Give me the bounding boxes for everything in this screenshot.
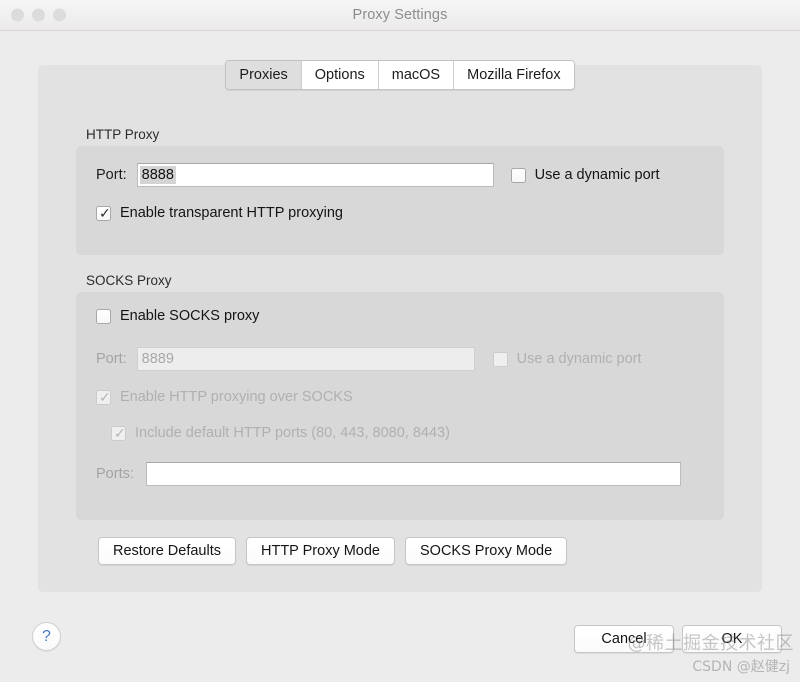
- tab-mozilla-firefox[interactable]: Mozilla Firefox: [454, 61, 574, 89]
- socks-enable-row: Enable SOCKS proxy: [96, 308, 259, 324]
- socks-ports-row: Ports:: [96, 462, 681, 486]
- checkbox-box-icon: [96, 308, 111, 324]
- socks-proxy-mode-button[interactable]: SOCKS Proxy Mode: [405, 537, 568, 565]
- minimize-window-button[interactable]: [32, 8, 45, 22]
- socks-http-proxying-checkbox[interactable]: ✓ Enable HTTP proxying over SOCKS: [96, 389, 353, 406]
- tab-macos[interactable]: macOS: [378, 61, 455, 89]
- tab-options[interactable]: Options: [301, 61, 379, 89]
- checkmark-icon: ✓: [114, 425, 126, 442]
- tab-proxies[interactable]: Proxies: [226, 61, 302, 89]
- proxy-mode-buttons: Restore Defaults HTTP Proxy Mode SOCKS P…: [98, 537, 568, 565]
- close-window-button[interactable]: [11, 8, 24, 22]
- checkmark-icon: ✓: [99, 389, 111, 406]
- http-port-input[interactable]: 8888: [136, 163, 494, 187]
- socks-port-value: 8889: [141, 351, 174, 367]
- maximize-window-button[interactable]: [53, 8, 66, 22]
- http-transparent-row: ✓ Enable transparent HTTP proxying: [96, 205, 343, 222]
- http-port-label: Port:: [96, 167, 127, 183]
- checkbox-checked-icon: ✓: [111, 425, 126, 442]
- checkbox-box-icon: [492, 351, 508, 367]
- http-transparent-proxying-checkbox[interactable]: ✓ Enable transparent HTTP proxying: [96, 205, 343, 222]
- socks-default-ports-row: ✓ Include default HTTP ports (80, 443, 8…: [111, 425, 450, 442]
- checkbox-checked-icon: ✓: [96, 205, 111, 222]
- socks-default-ports-checkbox[interactable]: ✓ Include default HTTP ports (80, 443, 8…: [111, 425, 450, 442]
- question-mark-icon: ?: [42, 627, 51, 645]
- settings-panel: HTTP Proxy Port: 8888 Use a dynamic port…: [38, 65, 762, 592]
- http-port-value: 8888: [139, 166, 176, 184]
- socks-http-over-socks-row: ✓ Enable HTTP proxying over SOCKS: [96, 389, 353, 406]
- socks-dynamic-port-label: Use a dynamic port: [516, 351, 642, 367]
- socks-port-input[interactable]: 8889: [136, 347, 475, 371]
- socks-ports-label: Ports:: [96, 466, 134, 482]
- socks-proxy-group-label: SOCKS Proxy: [86, 273, 172, 288]
- socks-enable-label: Enable SOCKS proxy: [120, 308, 260, 324]
- http-dynamic-port-checkbox[interactable]: Use a dynamic port: [510, 167, 660, 183]
- http-proxy-group-label: HTTP Proxy: [86, 127, 160, 142]
- tab-bar: Proxies Options macOS Mozilla Firefox: [0, 60, 800, 90]
- proxy-settings-window: Proxy Settings HTTP Proxy Port: 8888 Use…: [0, 0, 800, 682]
- window-titlebar: Proxy Settings: [0, 0, 800, 31]
- ok-button[interactable]: OK: [682, 625, 782, 653]
- dialog-action-buttons: Cancel OK: [574, 625, 782, 653]
- http-port-row: Port: 8888 Use a dynamic port: [96, 163, 660, 187]
- tab-group: Proxies Options macOS Mozilla Firefox: [225, 60, 575, 90]
- socks-port-label: Port:: [96, 351, 127, 367]
- socks-enable-checkbox[interactable]: Enable SOCKS proxy: [96, 308, 259, 324]
- http-transparent-proxying-label: Enable transparent HTTP proxying: [120, 205, 343, 221]
- http-proxy-group: Port: 8888 Use a dynamic port ✓ Enable t…: [76, 146, 724, 255]
- cancel-button[interactable]: Cancel: [574, 625, 674, 653]
- window-title: Proxy Settings: [352, 7, 448, 23]
- checkmark-icon: ✓: [99, 205, 111, 222]
- checkbox-checked-icon: ✓: [96, 389, 111, 406]
- help-button[interactable]: ?: [32, 622, 61, 651]
- socks-port-row: Port: 8889 Use a dynamic port: [96, 347, 642, 371]
- watermark-line-2: CSDN @赵健zj: [692, 659, 790, 675]
- socks-proxy-group: Enable SOCKS proxy Port: 8889 Use a dyna…: [76, 292, 724, 520]
- http-dynamic-port-label: Use a dynamic port: [534, 167, 660, 183]
- checkbox-box-icon: [510, 167, 526, 183]
- http-proxy-mode-button[interactable]: HTTP Proxy Mode: [246, 537, 395, 565]
- socks-dynamic-port-checkbox[interactable]: Use a dynamic port: [492, 351, 642, 367]
- socks-ports-input[interactable]: [145, 462, 681, 486]
- socks-default-ports-label: Include default HTTP ports (80, 443, 808…: [135, 425, 450, 441]
- traffic-light-controls: [11, 8, 66, 22]
- restore-defaults-button[interactable]: Restore Defaults: [98, 537, 236, 565]
- socks-http-proxying-label: Enable HTTP proxying over SOCKS: [120, 389, 353, 405]
